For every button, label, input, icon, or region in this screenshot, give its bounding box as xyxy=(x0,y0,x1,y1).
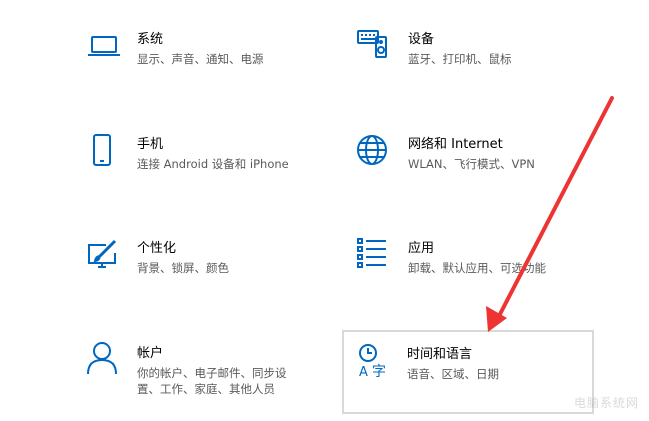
app-list-icon xyxy=(354,235,390,271)
settings-tile-time-language[interactable]: A 字 时间和语言 语音、区域、日期 xyxy=(342,330,594,414)
svg-text:A: A xyxy=(359,365,368,378)
globe-icon xyxy=(354,132,390,168)
tile-description: 语音、区域、日期 xyxy=(407,367,499,381)
tile-title: 系统 xyxy=(137,32,164,47)
tile-description: WLAN、飞行模式、VPN xyxy=(408,157,535,171)
watermark: 电脑系统网 xyxy=(573,396,639,410)
tile-title: 个性化 xyxy=(137,241,177,256)
settings-tile-phone[interactable]: 手机 连接 Android 设备和 iPhone xyxy=(80,125,332,211)
tile-title: 设备 xyxy=(408,32,435,47)
phone-icon xyxy=(84,132,120,168)
clock-language-icon: A 字 xyxy=(356,342,392,378)
tile-description: 连接 Android 设备和 iPhone xyxy=(137,157,289,171)
paint-brush-monitor-icon xyxy=(84,237,120,273)
tile-title: 应用 xyxy=(408,241,435,256)
settings-tile-network[interactable]: 网络和 Internet WLAN、飞行模式、VPN xyxy=(350,125,602,211)
tile-title: 网络和 Internet xyxy=(408,137,503,152)
person-icon xyxy=(84,340,120,376)
settings-tile-accounts[interactable]: 帐户 你的帐户、电子邮件、同步设 置、工作、家庭、其他人员 xyxy=(80,334,332,420)
tile-description-line1: 你的帐户、电子邮件、同步设 xyxy=(137,366,287,380)
tile-description: 卸载、默认应用、可选功能 xyxy=(408,261,546,275)
tile-title: 手机 xyxy=(137,137,164,152)
settings-tile-devices[interactable]: 设备 蓝牙、打印机、鼠标 xyxy=(350,20,602,106)
settings-tile-apps[interactable]: 应用 卸载、默认应用、可选功能 xyxy=(350,229,602,315)
svg-text:字: 字 xyxy=(372,364,386,378)
laptop-icon xyxy=(86,28,122,64)
tile-description: 背景、锁屏、颜色 xyxy=(137,261,229,275)
tile-title: 时间和语言 xyxy=(407,347,473,362)
keyboard-speaker-icon xyxy=(355,26,391,62)
tile-description-line2: 置、工作、家庭、其他人员 xyxy=(137,382,275,396)
settings-tile-system[interactable]: 系统 显示、声音、通知、电源 xyxy=(80,20,332,106)
tile-description: 显示、声音、通知、电源 xyxy=(137,52,264,66)
tile-description: 蓝牙、打印机、鼠标 xyxy=(408,52,512,66)
tile-title: 帐户 xyxy=(137,346,164,361)
settings-tile-personalization[interactable]: 个性化 背景、锁屏、颜色 xyxy=(80,229,332,315)
